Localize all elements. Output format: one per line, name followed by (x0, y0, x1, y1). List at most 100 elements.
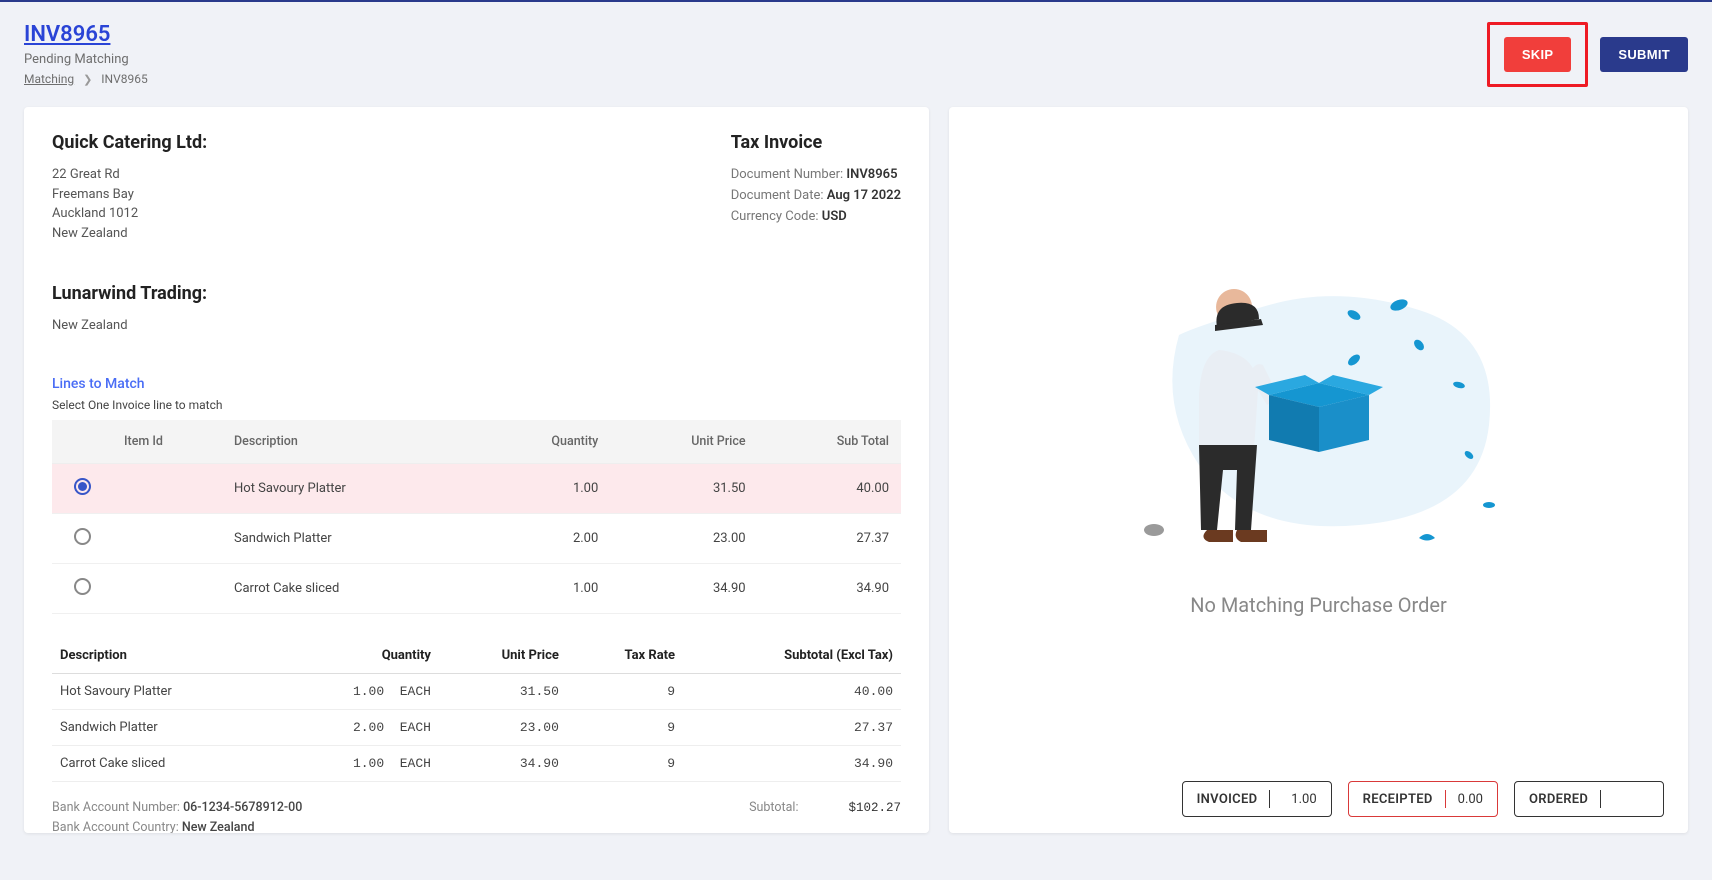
d-sub: 40.00 (683, 673, 901, 709)
d-qty: 1.00 EACH (275, 745, 439, 781)
receipted-box[interactable]: RECEIPTED 0.00 (1348, 781, 1498, 817)
skip-button[interactable]: SKIP (1504, 37, 1572, 72)
status-text: Pending Matching (24, 52, 148, 67)
docnum-label: Document Number: (731, 167, 843, 182)
bank-country-value: New Zealand (182, 820, 255, 834)
d-price: 31.50 (439, 673, 567, 709)
receipted-value: 0.00 (1458, 792, 1483, 807)
subtotal-label: Subtotal: (749, 798, 798, 818)
invoiced-label: INVOICED (1197, 792, 1258, 807)
line-row[interactable]: Sandwich Platter 2.00 23.00 27.37 (52, 513, 901, 563)
line-desc: Sandwich Platter (222, 513, 477, 563)
col-price: Unit Price (610, 420, 757, 464)
subtotal-value: $102.27 (848, 798, 901, 818)
detail-row: Hot Savoury Platter 1.00 EACH 31.50 9 40… (52, 673, 901, 709)
breadcrumb-root[interactable]: Matching (24, 72, 74, 86)
d-desc: Carrot Cake sliced (52, 745, 275, 781)
line-price: 23.00 (610, 513, 757, 563)
d-qty: 1.00 EACH (275, 673, 439, 709)
skip-highlight-box: SKIP (1487, 22, 1589, 87)
no-match-text: No Matching Purchase Order (1190, 593, 1447, 617)
buyer-name: Lunarwind Trading: (52, 283, 901, 304)
line-desc: Carrot Cake sliced (222, 563, 477, 613)
d-price: 34.90 (439, 745, 567, 781)
dcol-price: Unit Price (439, 638, 567, 674)
line-radio[interactable] (74, 478, 91, 495)
line-price: 34.90 (610, 563, 757, 613)
col-desc: Description (222, 420, 477, 464)
invoiced-box[interactable]: INVOICED 1.00 (1182, 781, 1332, 817)
submit-button[interactable]: SUBMIT (1600, 37, 1688, 72)
d-desc: Sandwich Platter (52, 709, 275, 745)
lines-subtitle: Select One Invoice line to match (52, 398, 901, 412)
docdate-label: Document Date: (731, 188, 824, 203)
supplier-addr2: Freemans Bay (52, 185, 207, 205)
supplier-addr4: New Zealand (52, 224, 207, 244)
chevron-right-icon: ❯ (83, 73, 92, 86)
bank-num-label: Bank Account Number: (52, 800, 180, 815)
breadcrumb: Matching ❯ INV8965 (24, 72, 148, 86)
line-sub: 34.90 (758, 563, 901, 613)
bank-info: Bank Account Number: 06-1234-5678912-00 … (52, 798, 302, 834)
col-itemid: Item Id (112, 420, 222, 464)
lines-title: Lines to Match (52, 376, 901, 392)
buyer-block: Lunarwind Trading: New Zealand (52, 283, 901, 336)
supplier-block: Quick Catering Ltd: 22 Great Rd Freemans… (52, 132, 207, 243)
col-qty: Quantity (477, 420, 610, 464)
buyer-addr1: New Zealand (52, 316, 901, 336)
header-left: INV8965 Pending Matching Matching ❯ INV8… (24, 22, 148, 86)
detail-row: Sandwich Platter 2.00 EACH 23.00 9 27.37 (52, 709, 901, 745)
empty-state-illustration (1119, 255, 1519, 575)
d-price: 23.00 (439, 709, 567, 745)
invoiced-value: 1.00 (1282, 792, 1316, 807)
supplier-name: Quick Catering Ltd: (52, 132, 207, 153)
docnum-value: INV8965 (846, 167, 897, 182)
invoice-title-link[interactable]: INV8965 (24, 22, 110, 47)
detail-row: Carrot Cake sliced 1.00 EACH 34.90 9 34.… (52, 745, 901, 781)
currency-label: Currency Code: (731, 209, 819, 224)
breadcrumb-current: INV8965 (101, 72, 147, 86)
line-desc: Hot Savoury Platter (222, 463, 477, 513)
invoice-panel[interactable]: Quick Catering Ltd: 22 Great Rd Freemans… (24, 107, 929, 833)
dcol-tax: Tax Rate (567, 638, 683, 674)
po-panel: No Matching Purchase Order INVOICED 1.00… (949, 107, 1688, 833)
ordered-label: ORDERED (1529, 792, 1588, 807)
col-sub: Sub Total (758, 420, 901, 464)
supplier-addr3: Auckland 1012 (52, 204, 207, 224)
line-row[interactable]: Carrot Cake sliced 1.00 34.90 34.90 (52, 563, 901, 613)
docdate-value: Aug 17 2022 (827, 188, 901, 203)
bank-country-label: Bank Account Country: (52, 820, 179, 834)
d-sub: 27.37 (683, 709, 901, 745)
lines-table: Item Id Description Quantity Unit Price … (52, 420, 901, 614)
line-sub: 40.00 (758, 463, 901, 513)
dcol-sub: Subtotal (Excl Tax) (683, 638, 901, 674)
line-qty: 2.00 (477, 513, 610, 563)
dcol-desc: Description (52, 638, 275, 674)
line-row[interactable]: Hot Savoury Platter 1.00 31.50 40.00 (52, 463, 901, 513)
header-actions: SKIP SUBMIT (1487, 22, 1688, 87)
d-tax: 9 (567, 709, 683, 745)
currency-value: USD (822, 209, 847, 224)
ordered-box[interactable]: ORDERED (1514, 781, 1664, 817)
bank-num-value: 06-1234-5678912-00 (183, 800, 302, 815)
page-header: INV8965 Pending Matching Matching ❯ INV8… (0, 2, 1712, 97)
panel-container: Quick Catering Ltd: 22 Great Rd Freemans… (0, 97, 1712, 853)
detail-table: Description Quantity Unit Price Tax Rate… (52, 638, 901, 782)
d-tax: 9 (567, 745, 683, 781)
line-qty: 1.00 (477, 463, 610, 513)
tax-invoice-title: Tax Invoice (731, 132, 901, 153)
po-scroll-area[interactable]: No Matching Purchase Order (949, 107, 1688, 765)
d-qty: 2.00 EACH (275, 709, 439, 745)
po-footer: INVOICED 1.00 RECEIPTED 0.00 ORDERED (949, 765, 1688, 833)
line-radio[interactable] (74, 578, 91, 595)
dcol-qty: Quantity (275, 638, 439, 674)
line-price: 31.50 (610, 463, 757, 513)
tax-invoice-block: Tax Invoice Document Number: INV8965 Doc… (731, 132, 901, 243)
line-radio[interactable] (74, 528, 91, 545)
receipted-label: RECEIPTED (1363, 792, 1433, 807)
line-qty: 1.00 (477, 563, 610, 613)
supplier-addr1: 22 Great Rd (52, 165, 207, 185)
line-sub: 27.37 (758, 513, 901, 563)
d-sub: 34.90 (683, 745, 901, 781)
d-tax: 9 (567, 673, 683, 709)
